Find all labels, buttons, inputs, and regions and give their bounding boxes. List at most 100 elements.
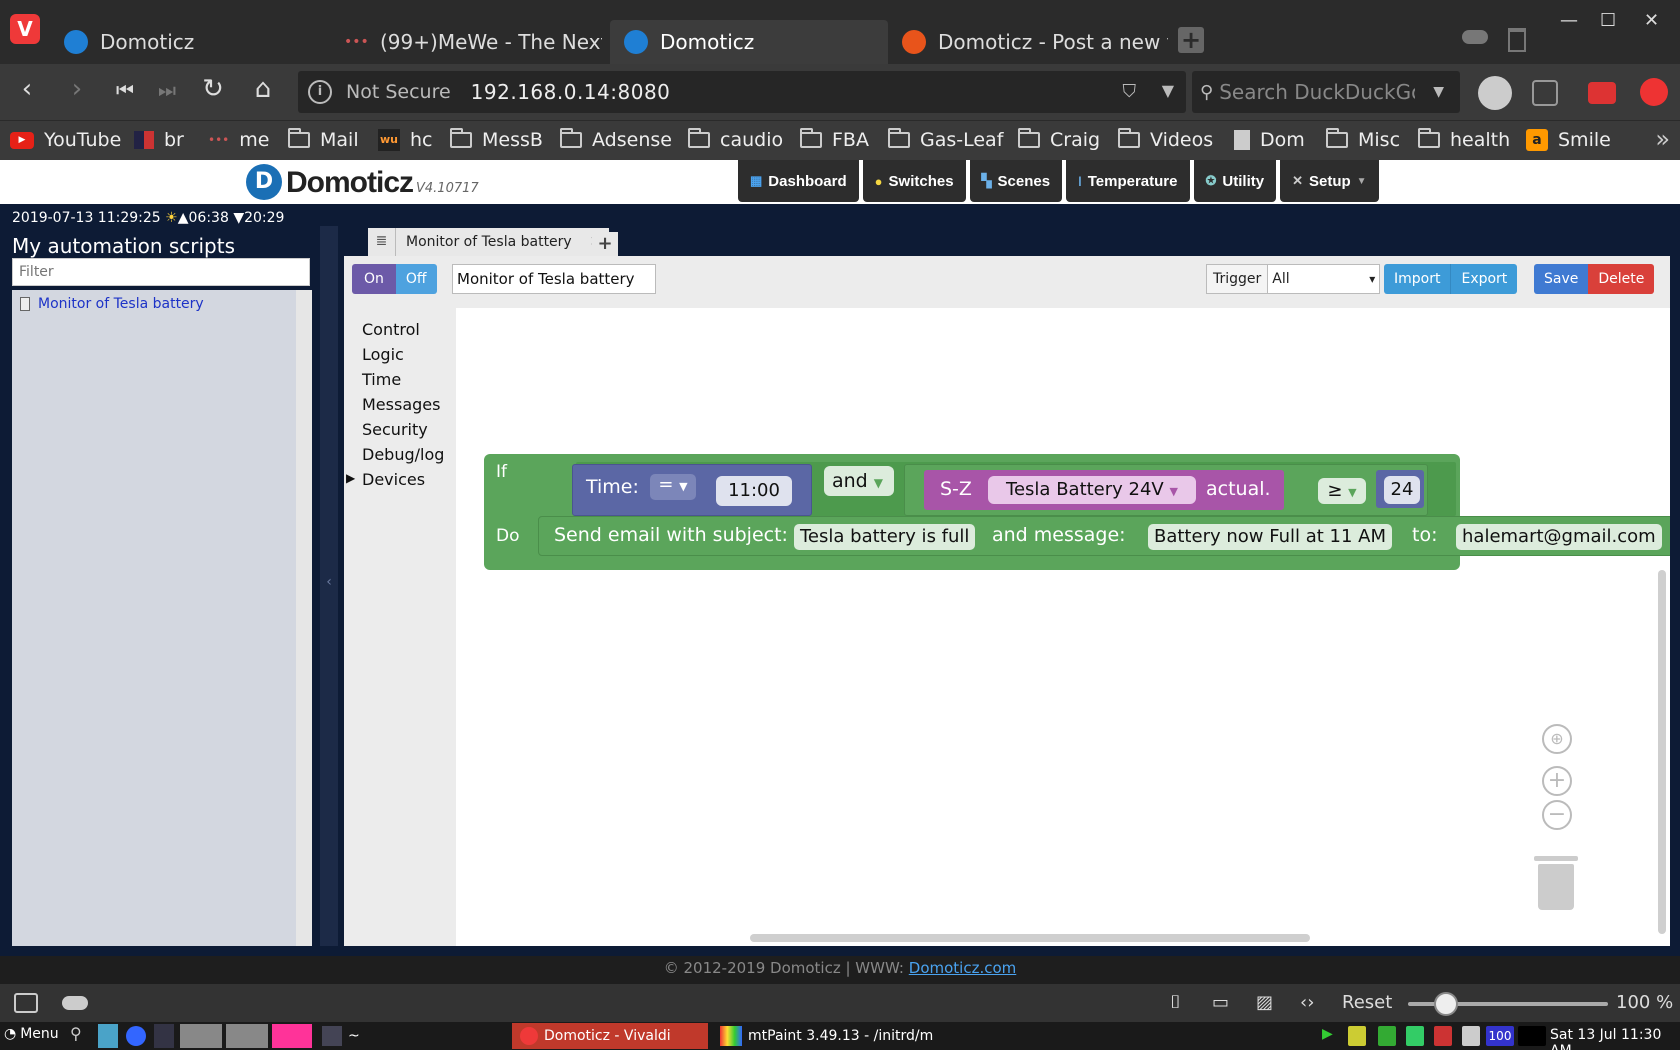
forward-icon[interactable]: › xyxy=(60,74,94,104)
list-scrollbar[interactable] xyxy=(296,290,312,946)
time-value-field[interactable]: 11:00 xyxy=(716,476,792,506)
reload-icon[interactable]: ↻ xyxy=(196,74,230,104)
tray-monitor-icon[interactable] xyxy=(1378,1026,1396,1046)
workspace-vertical-scrollbar[interactable] xyxy=(1658,570,1666,934)
blockly-workspace[interactable]: If Do Time: = ▼ 11:00 and ▼ S-Z Tesla Bat… xyxy=(456,308,1670,946)
email-to-field[interactable]: halemart@gmail.com xyxy=(1456,524,1662,550)
rewind-icon[interactable]: ⏮ xyxy=(108,78,142,102)
list-icon[interactable]: ≣ xyxy=(368,228,396,256)
taskbar-terminal[interactable]: ~ xyxy=(314,1023,514,1049)
workspace-trash-icon[interactable] xyxy=(1534,856,1578,910)
and-operator-dropdown[interactable]: and ▼ xyxy=(824,466,894,496)
new-tab-button[interactable]: + xyxy=(1178,27,1204,53)
adblock-icon[interactable] xyxy=(1640,78,1668,106)
tray-cpu-graph[interactable] xyxy=(1518,1026,1546,1046)
tiling-icon[interactable]: ▭ xyxy=(1212,992,1229,1013)
save-button[interactable]: Save xyxy=(1534,264,1589,294)
bookmark-dom[interactable]: Dom xyxy=(1234,129,1305,151)
add-script-tab-button[interactable]: + xyxy=(592,232,618,256)
email-subject-field[interactable]: Tesla battery is full xyxy=(794,524,976,550)
category-messages[interactable]: Messages xyxy=(362,395,440,414)
category-security[interactable]: Security xyxy=(362,420,428,439)
home-icon[interactable]: ⌂ xyxy=(246,74,280,104)
code-icon[interactable]: ‹› xyxy=(1300,992,1314,1013)
bookmark-mail[interactable]: Mail xyxy=(288,128,359,151)
search-input[interactable]: ⚲ Search DuckDuckGo ▼ xyxy=(1192,71,1460,113)
bookmark-youtube[interactable]: ▶ YouTube xyxy=(10,129,121,151)
camera-icon[interactable]: ⌷ xyxy=(1170,992,1181,1013)
workspace-3-icon[interactable] xyxy=(272,1024,312,1048)
import-button[interactable]: Import xyxy=(1384,264,1451,294)
trigger-dropdown[interactable]: All xyxy=(1268,264,1381,294)
tray-shield-icon[interactable] xyxy=(1434,1026,1452,1046)
back-icon[interactable]: ‹ xyxy=(10,74,44,104)
tray-battery[interactable]: 100 xyxy=(1486,1026,1514,1046)
tray-network-icon[interactable] xyxy=(1348,1026,1366,1046)
bookmark-me[interactable]: ••• me xyxy=(208,129,269,151)
info-icon[interactable]: i xyxy=(308,80,332,104)
compare-value-field[interactable]: 24 xyxy=(1384,476,1420,504)
menu-utility[interactable]: ✪ Utility xyxy=(1193,160,1277,202)
image-icon[interactable]: ▨ xyxy=(1256,992,1273,1013)
panel-splitter[interactable]: ‹ xyxy=(320,226,338,946)
extension-icon[interactable] xyxy=(1532,80,1558,106)
domoticz-link[interactable]: Domoticz.com xyxy=(909,959,1017,977)
export-button[interactable]: Export xyxy=(1450,264,1518,294)
bookmark-hc[interactable]: wu hc xyxy=(378,129,433,151)
delete-button[interactable]: Delete xyxy=(1588,264,1655,294)
zoom-reset-button[interactable]: Reset xyxy=(1342,992,1392,1013)
device-name-dropdown[interactable]: Tesla Battery 24V ▼ xyxy=(988,476,1196,504)
bookmark-misc[interactable]: Misc xyxy=(1326,128,1400,151)
bookmark-caudio[interactable]: caudio xyxy=(688,128,783,151)
menu-setup[interactable]: ✕ Setup ▼ xyxy=(1280,160,1379,202)
bookmark-adsense[interactable]: Adsense xyxy=(560,128,672,151)
time-operator-dropdown[interactable]: = ▼ xyxy=(650,474,696,500)
start-menu-button[interactable]: ◔ Menu xyxy=(4,1026,59,1042)
profile-avatar[interactable] xyxy=(1478,76,1512,110)
bookmark-fba[interactable]: FBA xyxy=(800,128,869,151)
script-item[interactable]: Monitor of Tesla battery xyxy=(20,296,204,312)
tray-storage-icon[interactable] xyxy=(1406,1026,1424,1046)
double-chevron-right-icon[interactable]: » xyxy=(1655,125,1670,153)
zoom-in-icon[interactable]: + xyxy=(1542,766,1572,796)
menu-temperature[interactable]: ǀ Temperature xyxy=(1066,160,1190,202)
email-message-field[interactable]: Battery now Full at 11 AM xyxy=(1148,524,1392,550)
taskbar-vivaldi[interactable]: Domoticz - Vivaldi xyxy=(512,1023,708,1049)
vivaldi-menu-icon[interactable]: V xyxy=(10,14,40,44)
lastpass-icon[interactable] xyxy=(1588,82,1616,104)
category-debug-log[interactable]: Debug/log xyxy=(362,445,444,464)
bookmark-br[interactable]: br xyxy=(134,129,184,151)
tab-domoticz-active[interactable]: Domoticz xyxy=(610,20,888,64)
zoom-out-icon[interactable]: − xyxy=(1542,800,1572,830)
workspace-1-icon[interactable] xyxy=(180,1024,222,1048)
bookmark-icon[interactable]: ⛉ xyxy=(1123,81,1137,102)
chevron-down-icon[interactable]: ▼ xyxy=(1433,84,1444,100)
tab-mewe[interactable]: ••• (99+)MeWe - The Next-Gen Social Netw… xyxy=(330,20,602,64)
category-devices[interactable]: ▶ Devices xyxy=(346,470,425,489)
bookmark-gas-leaf[interactable]: Gas-Leaf xyxy=(888,128,1003,151)
closed-tabs-trash-icon[interactable] xyxy=(1508,28,1526,52)
terminal-launcher-icon[interactable] xyxy=(154,1024,174,1048)
fast-forward-icon[interactable]: ⏭ xyxy=(150,78,184,102)
filter-input[interactable] xyxy=(12,258,310,286)
tray-play-icon[interactable]: ▶ xyxy=(1322,1026,1340,1046)
menu-scenes[interactable]: ▚ Scenes xyxy=(969,160,1063,202)
bookmark-smile[interactable]: a Smile xyxy=(1526,129,1611,151)
chevron-down-icon[interactable]: ▼ xyxy=(1162,81,1174,100)
script-name-input[interactable] xyxy=(452,264,656,294)
tray-clipboard-icon[interactable] xyxy=(1462,1026,1480,1046)
domoticz-logo[interactable]: D Domoticz V4.10717 xyxy=(246,164,479,200)
taskbar-mtpaint[interactable]: mtPaint 3.49.13 - /initrd/m xyxy=(712,1023,942,1049)
compare-operator-dropdown[interactable]: ≥ ▼ xyxy=(1318,478,1366,504)
search-icon[interactable]: ⚲ xyxy=(70,1024,90,1048)
menu-switches[interactable]: ● Switches xyxy=(862,160,966,202)
maximize-icon[interactable]: ☐ xyxy=(1600,10,1616,31)
off-button[interactable]: Off xyxy=(395,264,437,294)
bookmark-videos[interactable]: Videos xyxy=(1118,128,1213,151)
sync-cloud-icon[interactable] xyxy=(1462,30,1488,44)
bookmark-craig[interactable]: Craig xyxy=(1018,128,1100,151)
workspace-horizontal-scrollbar[interactable] xyxy=(750,934,1310,942)
minimize-icon[interactable]: — xyxy=(1560,10,1578,31)
tab-domoticz-1[interactable]: Domoticz xyxy=(50,20,330,64)
url-text[interactable]: 192.168.0.14:8080 xyxy=(471,80,671,104)
